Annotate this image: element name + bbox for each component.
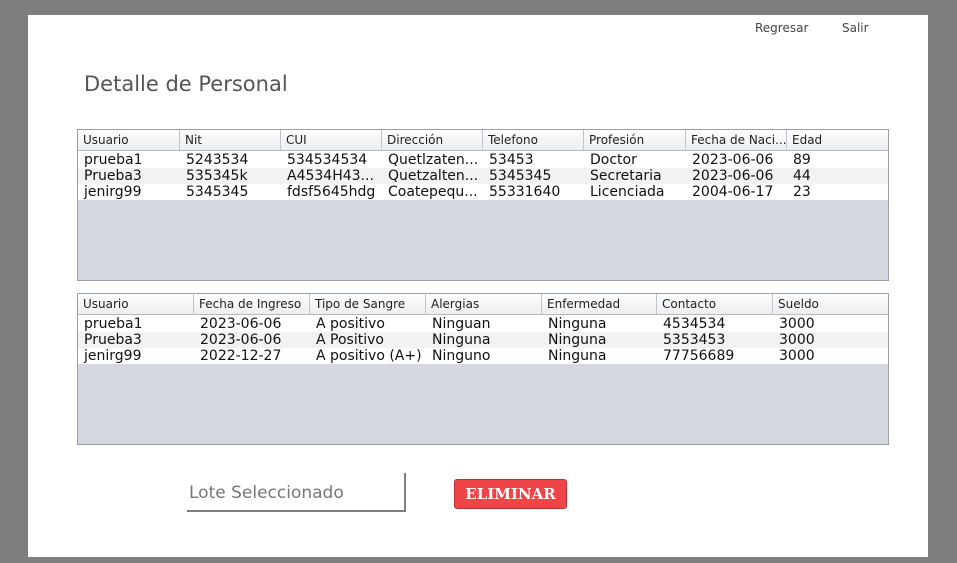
cell-sueldo: 3000 bbox=[779, 316, 815, 332]
cell-sueldo: 3000 bbox=[779, 332, 815, 348]
cell-usuario: jenirg99 bbox=[84, 184, 142, 200]
cell-cui: A4534H43... bbox=[287, 168, 374, 184]
col-header-nit[interactable]: Nit bbox=[180, 130, 281, 150]
cell-usuario: jenirg99 bbox=[84, 348, 142, 364]
cell-direccion: Quetzalten... bbox=[388, 168, 479, 184]
lote-seleccionado-field[interactable]: Lote Seleccionado bbox=[187, 473, 406, 512]
table-row[interactable]: prueba1 2023-06-06 A positivo Ninguan Ni… bbox=[78, 316, 888, 332]
col-header-cui[interactable]: CUI bbox=[281, 130, 382, 150]
cell-edad: 44 bbox=[793, 168, 811, 184]
cell-telefono: 5345345 bbox=[489, 168, 552, 184]
cell-nit: 5243534 bbox=[186, 152, 249, 168]
cell-alergias: Ninguan bbox=[432, 316, 491, 332]
cell-telefono: 53453 bbox=[489, 152, 534, 168]
personal-table[interactable]: Usuario Nit CUI Dirección Telefono Profe… bbox=[77, 129, 889, 281]
cell-fecha-nacimiento: 2023-06-06 bbox=[692, 168, 774, 184]
cell-edad: 89 bbox=[793, 152, 811, 168]
col-header-sueldo[interactable]: Sueldo bbox=[773, 294, 888, 314]
cell-fecha-ingreso: 2023-06-06 bbox=[200, 316, 282, 332]
cell-profesion: Doctor bbox=[590, 152, 637, 168]
col-header-enfermedad[interactable]: Enfermedad bbox=[542, 294, 657, 314]
col-header-contacto[interactable]: Contacto bbox=[657, 294, 773, 314]
exit-link[interactable]: Salir bbox=[842, 21, 869, 35]
cell-direccion: Quetlzaten... bbox=[388, 152, 479, 168]
cell-fecha-ingreso: 2023-06-06 bbox=[200, 332, 282, 348]
col-header-edad[interactable]: Edad bbox=[787, 130, 888, 150]
cell-enfermedad: Ninguna bbox=[548, 332, 607, 348]
cell-contacto: 4534534 bbox=[663, 316, 726, 332]
col-header-telefono[interactable]: Telefono bbox=[483, 130, 584, 150]
table-header: Usuario Fecha de Ingreso Tipo de Sangre … bbox=[78, 294, 888, 315]
table-row[interactable]: prueba1 5243534 534534534 Quetlzaten... … bbox=[78, 152, 888, 168]
cell-alergias: Ninguno bbox=[432, 348, 491, 364]
col-header-usuario[interactable]: Usuario bbox=[78, 294, 194, 314]
col-header-fecha-ingreso[interactable]: Fecha de Ingreso bbox=[194, 294, 310, 314]
cell-alergias: Ninguna bbox=[432, 332, 491, 348]
cell-contacto: 77756689 bbox=[663, 348, 735, 364]
col-header-profesion[interactable]: Profesión bbox=[584, 130, 686, 150]
cell-nit: 5345345 bbox=[186, 184, 249, 200]
cell-fecha-ingreso: 2022-12-27 bbox=[200, 348, 282, 364]
col-header-usuario[interactable]: Usuario bbox=[78, 130, 180, 150]
col-header-direccion[interactable]: Dirección bbox=[382, 130, 483, 150]
col-header-tipo-sangre[interactable]: Tipo de Sangre bbox=[310, 294, 426, 314]
cell-usuario: prueba1 bbox=[84, 316, 143, 332]
cell-sueldo: 3000 bbox=[779, 348, 815, 364]
col-header-alergias[interactable]: Alergias bbox=[426, 294, 542, 314]
cell-profesion: Licenciada bbox=[590, 184, 665, 200]
cell-tipo-sangre: A Positivo bbox=[316, 332, 384, 348]
cell-tipo-sangre: A positivo (A+) bbox=[316, 348, 422, 364]
cell-cui: fdsf5645hdg bbox=[287, 184, 376, 200]
delete-button[interactable]: ELIMINAR bbox=[454, 479, 567, 509]
back-link[interactable]: Regresar bbox=[755, 21, 808, 35]
cell-enfermedad: Ninguna bbox=[548, 316, 607, 332]
col-header-fecha-nacimiento[interactable]: Fecha de Naci... bbox=[686, 130, 787, 150]
cell-usuario: Prueba3 bbox=[84, 168, 142, 184]
table-row[interactable]: Prueba3 2023-06-06 A Positivo Ninguna Ni… bbox=[78, 332, 888, 348]
cell-contacto: 5353453 bbox=[663, 332, 726, 348]
medical-table[interactable]: Usuario Fecha de Ingreso Tipo de Sangre … bbox=[77, 293, 889, 445]
cell-fecha-nacimiento: 2004-06-17 bbox=[692, 184, 774, 200]
main-window bbox=[28, 15, 928, 557]
table-row[interactable]: jenirg99 5345345 fdsf5645hdg Coatepequ..… bbox=[78, 184, 888, 200]
cell-direccion: Coatepequ... bbox=[388, 184, 478, 200]
table-row[interactable]: Prueba3 535345k A4534H43... Quetzalten..… bbox=[78, 168, 888, 184]
cell-fecha-nacimiento: 2023-06-06 bbox=[692, 152, 774, 168]
cell-profesion: Secretaria bbox=[590, 168, 662, 184]
cell-usuario: Prueba3 bbox=[84, 332, 142, 348]
table-header: Usuario Nit CUI Dirección Telefono Profe… bbox=[78, 130, 888, 151]
cell-enfermedad: Ninguna bbox=[548, 348, 607, 364]
cell-edad: 23 bbox=[793, 184, 811, 200]
cell-telefono: 55331640 bbox=[489, 184, 561, 200]
cell-cui: 534534534 bbox=[287, 152, 368, 168]
cell-nit: 535345k bbox=[186, 168, 248, 184]
table-row[interactable]: jenirg99 2022-12-27 A positivo (A+) Ning… bbox=[78, 348, 888, 364]
cell-usuario: prueba1 bbox=[84, 152, 143, 168]
page-title: Detalle de Personal bbox=[84, 72, 288, 96]
cell-tipo-sangre: A positivo bbox=[316, 316, 385, 332]
